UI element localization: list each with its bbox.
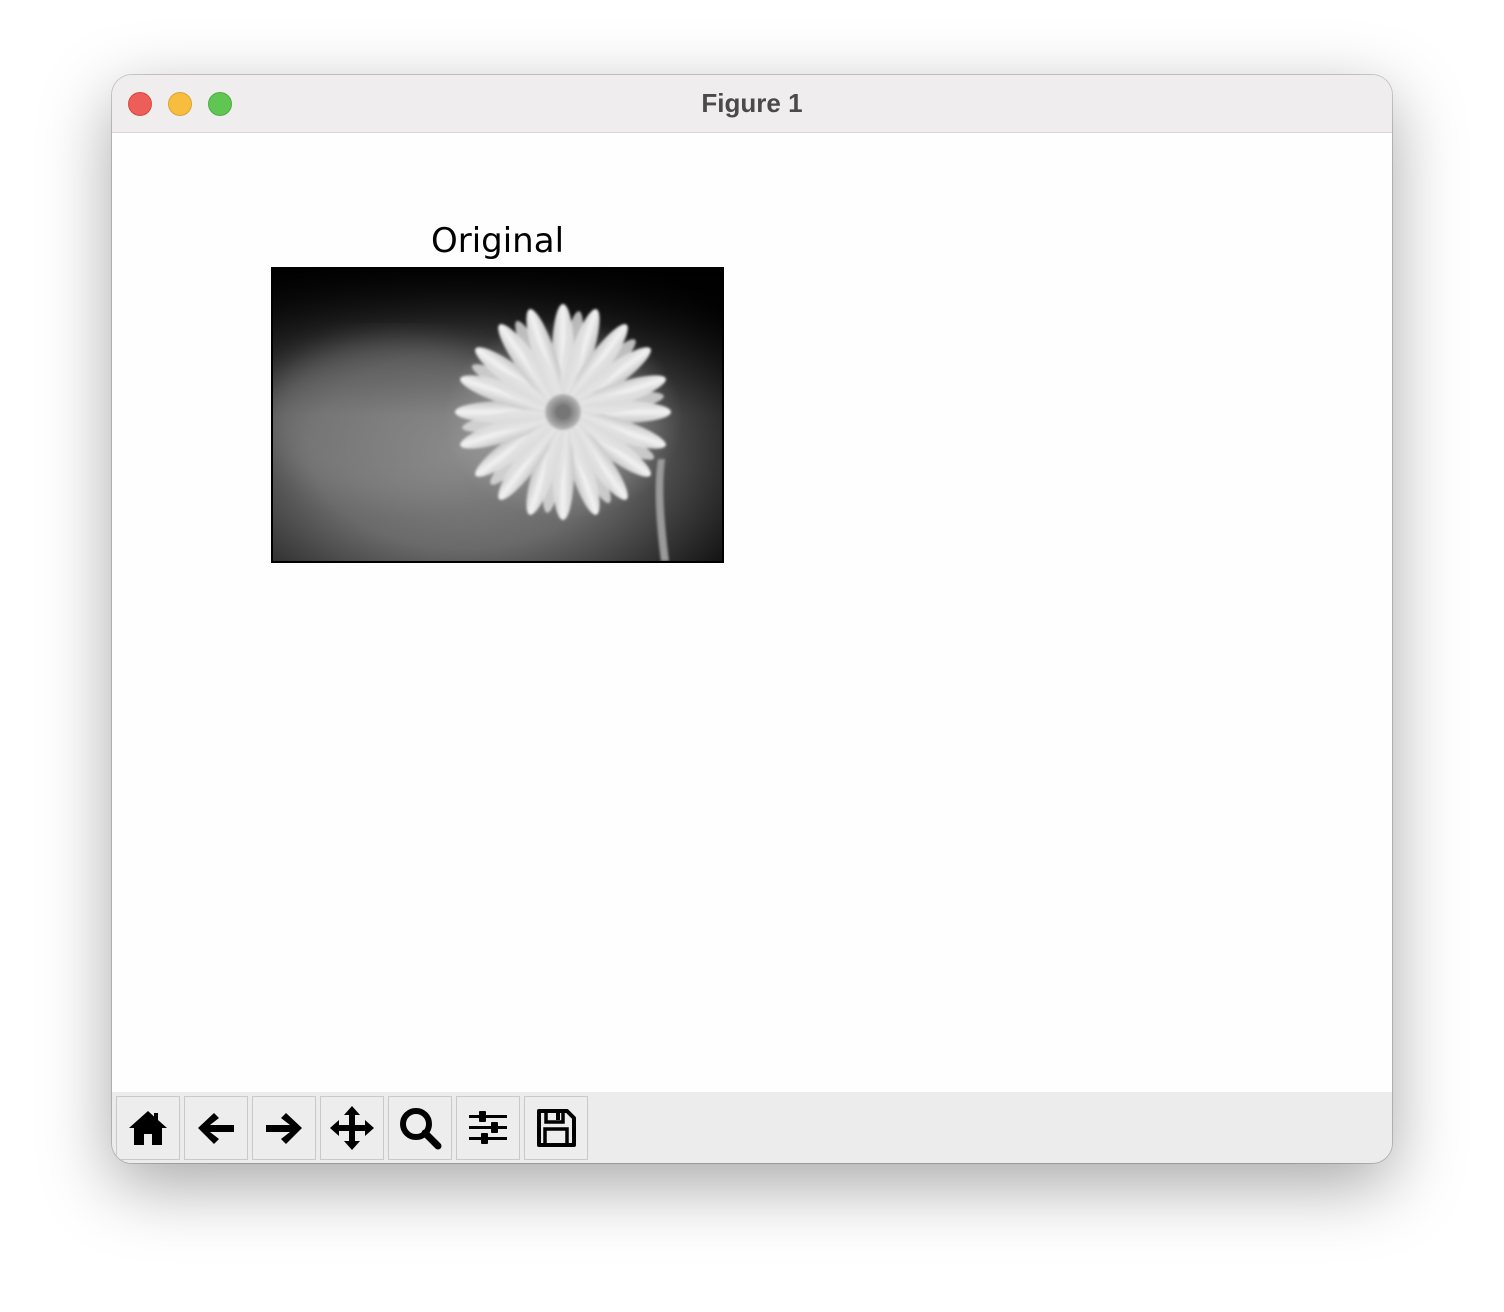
image-axes[interactable] [271,267,724,563]
navigation-toolbar [112,1092,1392,1163]
title-bar[interactable]: Figure 1 [112,75,1392,133]
home-button[interactable] [116,1096,180,1160]
back-button[interactable] [184,1096,248,1160]
configure-subplots-button[interactable] [456,1096,520,1160]
figure-window: Figure 1 Original [112,75,1392,1163]
move-icon [330,1106,374,1150]
magnifier-icon [400,1108,442,1150]
flower-image [273,269,722,561]
floppy-disk-icon [537,1109,576,1147]
arrow-left-icon [198,1113,234,1144]
zoom-button[interactable] [388,1096,452,1160]
save-button[interactable] [524,1096,588,1160]
sliders-icon [469,1111,507,1144]
forward-button[interactable] [252,1096,316,1160]
pan-button[interactable] [320,1096,384,1160]
figure-canvas[interactable]: Original [112,133,1392,1092]
home-icon [129,1111,167,1145]
arrow-right-icon [266,1113,302,1144]
axes-title: Original [430,221,565,261]
window-title: Figure 1 [701,88,803,118]
